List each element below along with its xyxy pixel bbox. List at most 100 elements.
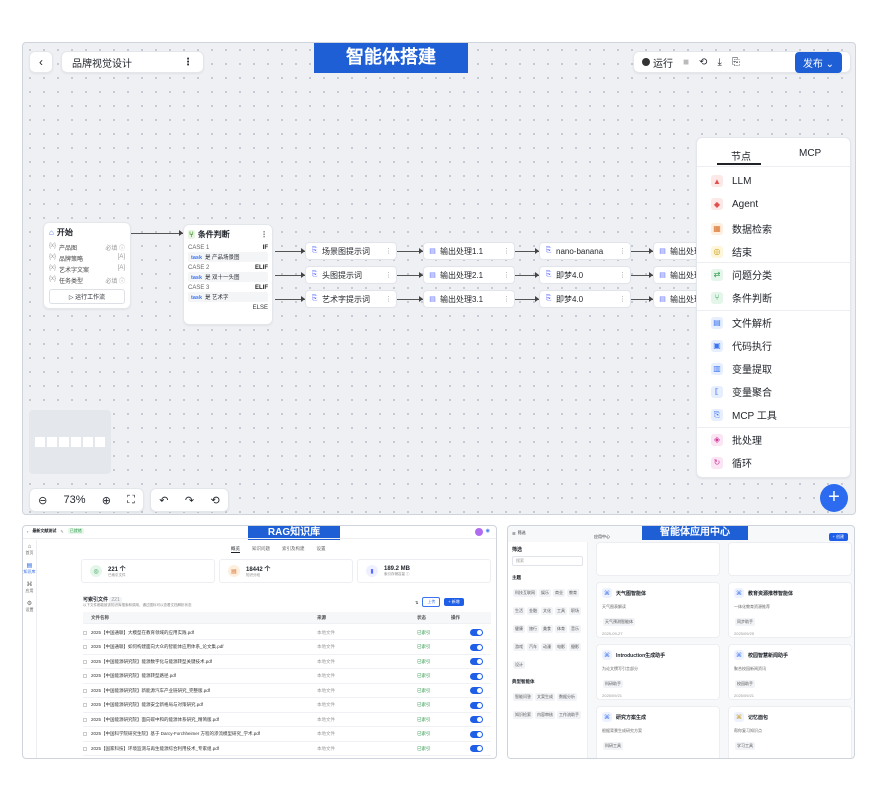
table-row[interactable]: 2025【中国科学院研究生院】基于 Darcy-Forchheimer 方程的渗… bbox=[83, 728, 491, 742]
index-toggle[interactable] bbox=[470, 672, 483, 680]
kb-tab[interactable]: 设置 bbox=[317, 546, 326, 553]
topic-tag[interactable]: 音乐 bbox=[569, 625, 581, 633]
undo-icon[interactable]: ↶ bbox=[159, 494, 168, 507]
kb-nav-item[interactable]: ⌘ 应用 bbox=[23, 581, 36, 594]
apps-create-button[interactable]: + 创建 bbox=[828, 533, 848, 541]
topic-tag[interactable]: 电影 bbox=[555, 643, 567, 651]
menu-item[interactable]: ◎ 结束 bbox=[711, 244, 752, 259]
task-tag[interactable]: 知识检索 bbox=[513, 711, 533, 719]
topic-tag[interactable]: 娱乐 bbox=[539, 589, 551, 597]
zoom-out-icon[interactable]: ⊖ bbox=[38, 494, 47, 507]
table-row[interactable]: 2025【国家科技】环境监测与再生能源综合利用技术_专家组.pdf 本地文件 已索引 bbox=[83, 742, 491, 756]
menu-item[interactable]: ▦ 数据检索 bbox=[711, 221, 772, 236]
index-toggle[interactable] bbox=[470, 716, 483, 723]
task-tag[interactable]: 工作流助手 bbox=[557, 711, 581, 719]
minimap[interactable] bbox=[29, 410, 111, 474]
node-more-icon[interactable]: ⋮ bbox=[619, 295, 626, 303]
run-button[interactable]: 运行 bbox=[642, 55, 673, 70]
file-name[interactable]: 2025【中国能源研究院】面向碳中和的能源体系研究_精简版.pdf bbox=[91, 717, 317, 723]
condition-node[interactable]: ⑂ 条件判断 ⋮ CASE 1 IF task 是 产品场景图 CASE 2 ELIF ta… bbox=[183, 224, 273, 325]
file-name[interactable]: 2025【中国能源研究院】能源安全新格局与对策研究.pdf bbox=[91, 702, 317, 708]
history-icon[interactable]: ⟲ bbox=[211, 494, 220, 507]
workflow-node[interactable]: ▤ 输出处理3.1 ⋮ bbox=[423, 290, 515, 308]
row-checkbox[interactable] bbox=[83, 732, 87, 736]
index-toggle[interactable] bbox=[470, 745, 483, 752]
project-more-icon[interactable]: ⋮ bbox=[183, 57, 193, 68]
row-checkbox[interactable] bbox=[83, 746, 87, 751]
workflow-node[interactable]: ⎘ 即梦4.0 ⋮ bbox=[539, 290, 631, 308]
workflow-node[interactable]: ▤ 输出处理1.1 ⋮ bbox=[423, 242, 515, 260]
back-button[interactable]: ‹ bbox=[29, 51, 53, 73]
menu-item[interactable]: ▣ 代码执行 bbox=[711, 338, 772, 353]
workflow-node[interactable]: ⎘ nano-banana ⋮ bbox=[539, 242, 631, 260]
avatar[interactable] bbox=[474, 528, 483, 536]
menu-tab-nodes[interactable]: 节点 bbox=[731, 148, 751, 163]
topic-tag[interactable]: 汽车 bbox=[527, 643, 539, 651]
node-more-icon[interactable]: ⋮ bbox=[503, 247, 510, 255]
kb-back-icon[interactable]: ‹ bbox=[27, 529, 28, 534]
workflow-node[interactable]: ⎘ 场景图提示词 ⋮ bbox=[305, 242, 397, 260]
node-more-icon[interactable]: ⋮ bbox=[385, 295, 392, 303]
file-name[interactable]: 2025【中国能源研究院】能源数字化与能源转型关键技术.pdf bbox=[91, 659, 317, 665]
file-name[interactable]: 2025【中国通联】如何构建面向大众的智能体应用体系_论文集.pdf bbox=[91, 644, 317, 650]
workflow-node[interactable]: ⎘ 头图提示词 ⋮ bbox=[305, 266, 397, 284]
kb-edit-icon[interactable]: ✎ bbox=[60, 529, 63, 534]
node-more-icon[interactable]: ⋮ bbox=[619, 247, 626, 255]
kb-nav-item[interactable]: ▤ 知识库 bbox=[23, 562, 36, 575]
index-toggle[interactable] bbox=[470, 730, 483, 738]
topic-tag[interactable]: 美食 bbox=[541, 625, 553, 633]
index-toggle[interactable] bbox=[470, 629, 483, 636]
topic-tag[interactable]: 商业 bbox=[553, 589, 565, 597]
kb-filter-icon[interactable]: ⇅ bbox=[415, 600, 418, 605]
fit-view-icon[interactable]: ⛶ bbox=[127, 494, 135, 507]
redo-icon[interactable]: ↷ bbox=[185, 494, 194, 507]
file-name[interactable]: 2025【中国能源研究院】新能源汽车产业链研究_完整版.pdf bbox=[91, 688, 317, 694]
topic-tag[interactable]: 摄影 bbox=[569, 643, 581, 651]
topic-tag[interactable]: 文化 bbox=[541, 607, 553, 615]
share-icon[interactable]: ⎘ bbox=[732, 57, 740, 68]
app-card[interactable]: ⌘ 研究方案生成 根据背景生成研究方案 科研工具 bbox=[596, 706, 720, 758]
topic-tag[interactable]: 工具 bbox=[555, 607, 567, 615]
topic-tag[interactable]: 健康 bbox=[513, 625, 525, 633]
file-name[interactable]: 2025【国家科技】环境监测与再生能源综合利用技术_专家组.pdf bbox=[91, 746, 317, 752]
start-node[interactable]: ⌂ 开始 {x} 产品图 必填 ⓘ {x} 品牌策略 [A] {x} 艺术字文案 [A] {x} 任务… bbox=[43, 222, 131, 309]
table-row[interactable]: 2025【中国能源研究院】新能源汽车产业链研究_完整版.pdf 本地文件 已索引 bbox=[83, 684, 491, 698]
kb-tab[interactable]: 索引及构建 bbox=[282, 546, 305, 553]
menu-tab-mcp[interactable]: MCP bbox=[799, 148, 821, 159]
node-more-icon[interactable]: ⋮ bbox=[503, 295, 510, 303]
apps-menu-icon[interactable]: ☰ bbox=[512, 531, 516, 536]
table-row[interactable]: 2025【中国能源研究院】能源转型路径.pdf 本地文件 已索引 bbox=[83, 670, 491, 684]
menu-item[interactable]: ⇄ 问题分类 bbox=[711, 267, 772, 282]
task-tag[interactable]: 数据分析 bbox=[557, 693, 577, 701]
topic-tag[interactable]: 职场 bbox=[569, 607, 581, 615]
topic-tag[interactable]: 生活 bbox=[513, 607, 525, 615]
file-name[interactable]: 2025【中国能源研究院】能源转型路径.pdf bbox=[91, 673, 317, 679]
topic-tag[interactable]: 体育 bbox=[555, 625, 567, 633]
menu-item[interactable]: ◈ 批处理 bbox=[711, 432, 762, 447]
file-name[interactable]: 2025【中国科学院研究生院】基于 Darcy-Forchheimer 方程的渗… bbox=[91, 731, 317, 737]
add-node-button[interactable]: + bbox=[820, 484, 848, 512]
table-row[interactable]: 2025【中国通联】如何构建面向大众的智能体应用体系_论文集.pdf 本地文件 已索… bbox=[83, 641, 491, 655]
table-row[interactable]: 2025【中国能源研究院】面向碳中和的能源体系研究_精简版.pdf 本地文件 已索引 bbox=[83, 713, 491, 727]
app-card[interactable]: ⌘ Introduction生成助手 为论文撰写引言部分 科研助手 2025/09/21 bbox=[596, 644, 720, 700]
kb-upload-button[interactable]: 上传 bbox=[422, 597, 441, 607]
menu-item[interactable]: ⎘ MCP 工具 bbox=[711, 407, 777, 422]
app-card[interactable]: ⌘ 教育资源推荐智能体 一体化教育资源推荐 同步助手 2025/09/25 bbox=[728, 582, 852, 638]
condition-more-icon[interactable]: ⋮ bbox=[260, 230, 268, 239]
menu-item[interactable]: ▤ 文件解析 bbox=[711, 315, 772, 330]
menu-item[interactable]: ⑂ 条件判断 bbox=[711, 290, 772, 305]
menu-item[interactable]: ▥ 变量提取 bbox=[711, 361, 772, 376]
topic-tag[interactable]: 设计 bbox=[513, 661, 525, 669]
index-toggle[interactable] bbox=[470, 643, 483, 651]
topic-tag[interactable]: 游戏 bbox=[513, 643, 525, 651]
row-checkbox[interactable] bbox=[83, 630, 87, 635]
task-tag[interactable]: 内容审核 bbox=[535, 711, 555, 719]
kb-nav-item[interactable]: ⚙ 设置 bbox=[23, 600, 36, 613]
menu-item[interactable]: ▲ LLM bbox=[711, 175, 751, 187]
table-row[interactable]: 2025【中国能源研究院】能源数字化与能源转型关键技术.pdf 本地文件 已索引 bbox=[83, 655, 491, 669]
menu-item[interactable]: ⟦ 变量聚合 bbox=[711, 384, 772, 399]
table-row[interactable]: 2025【中国通联】大模型在教育领域的应用实践.pdf 本地文件 已索引 bbox=[83, 626, 491, 640]
apps-search-input[interactable]: 搜索 bbox=[512, 556, 583, 566]
menu-item[interactable]: ↻ 循环 bbox=[711, 455, 752, 470]
app-card[interactable]: ⌘ 记忆面包 帮你复习知识点 学习工具 bbox=[728, 706, 852, 758]
